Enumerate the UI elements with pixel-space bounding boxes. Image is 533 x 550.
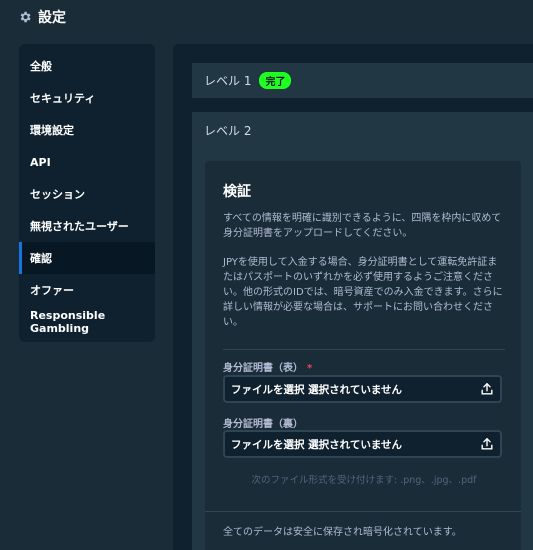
sidebar-item-label: 全般 — [30, 60, 52, 73]
jpy-deposit-note: JPYを使用して入金する場合、身分証明書として運転免許証またはパスポートのいずれ… — [223, 257, 503, 328]
accepted-formats-hint: 次のファイル形式を受け付けます: .png、.jpg、.pdf — [251, 475, 477, 486]
sidebar-item-ignored-users[interactable]: 無視されたユーザー — [19, 210, 155, 242]
divider — [223, 349, 505, 350]
settings-sidebar: 全般 セキュリティ 環境設定 API セッション 無視されたユーザー 確認 オフ… — [19, 44, 155, 342]
upload-icon[interactable] — [480, 382, 494, 396]
sidebar-item-label: セキュリティ — [30, 92, 96, 105]
sidebar-item-label: セッション — [30, 188, 85, 201]
choose-file-button[interactable]: ファイルを選択 — [231, 382, 305, 397]
page-header: 設定 — [18, 6, 66, 28]
sidebar-item-api[interactable]: API — [19, 146, 155, 178]
sidebar-item-label: 環境設定 — [30, 124, 74, 137]
required-mark: * — [307, 363, 313, 374]
sidebar-item-verify[interactable]: 確認 — [19, 242, 155, 274]
level-1-section[interactable]: レベル 1 完了 — [192, 63, 533, 98]
sidebar-item-label: 無視されたユーザー — [30, 220, 129, 233]
id-back-label: 身分証明書（裏） — [223, 415, 303, 430]
sidebar-item-preferences[interactable]: 環境設定 — [19, 114, 155, 146]
sidebar-item-label: 確認 — [30, 252, 52, 265]
page-title: 設定 — [38, 10, 66, 26]
id-front-label: 身分証明書（表） * — [223, 359, 312, 374]
sidebar-item-label: API — [30, 155, 51, 169]
id-front-file-input[interactable]: ファイルを選択 選択されていません — [223, 375, 502, 403]
gear-icon — [20, 11, 31, 23]
choose-file-button[interactable]: ファイルを選択 — [231, 437, 305, 452]
verification-title: 検証 — [223, 184, 251, 200]
file-status: 選択されていません — [308, 438, 403, 451]
sidebar-item-label: Responsible Gambling — [30, 309, 106, 335]
status-badge: 完了 — [259, 72, 292, 89]
security-note: 全てのデータは安全に保存され暗号化されています。 — [223, 527, 462, 538]
level-1-label: レベル 1 — [204, 74, 252, 88]
id-front-label-text: 身分証明書（表） — [223, 363, 303, 374]
id-back-label-text: 身分証明書（裏） — [223, 419, 303, 430]
file-status: 選択されていません — [308, 383, 403, 396]
sidebar-item-responsible-gambling[interactable]: Responsible Gambling — [19, 306, 155, 338]
sidebar-item-label: オファー — [30, 284, 74, 297]
sidebar-item-offers[interactable]: オファー — [19, 274, 155, 306]
level-2-label: レベル 2 — [204, 124, 252, 138]
sidebar-item-general[interactable]: 全般 — [19, 50, 155, 82]
upload-icon[interactable] — [480, 437, 494, 451]
verification-card: 検証 すべての情報を明確に識別できるように、四隅を枠内に収めて身分証明書をアップ… — [205, 161, 521, 550]
sidebar-item-sessions[interactable]: セッション — [19, 178, 155, 210]
divider — [205, 511, 521, 512]
upload-instructions: すべての情報を明確に識別できるように、四隅を枠内に収めて身分証明書をアップロード… — [223, 213, 502, 239]
id-back-file-input[interactable]: ファイルを選択 選択されていません — [223, 430, 502, 458]
sidebar-item-security[interactable]: セキュリティ — [19, 82, 155, 114]
